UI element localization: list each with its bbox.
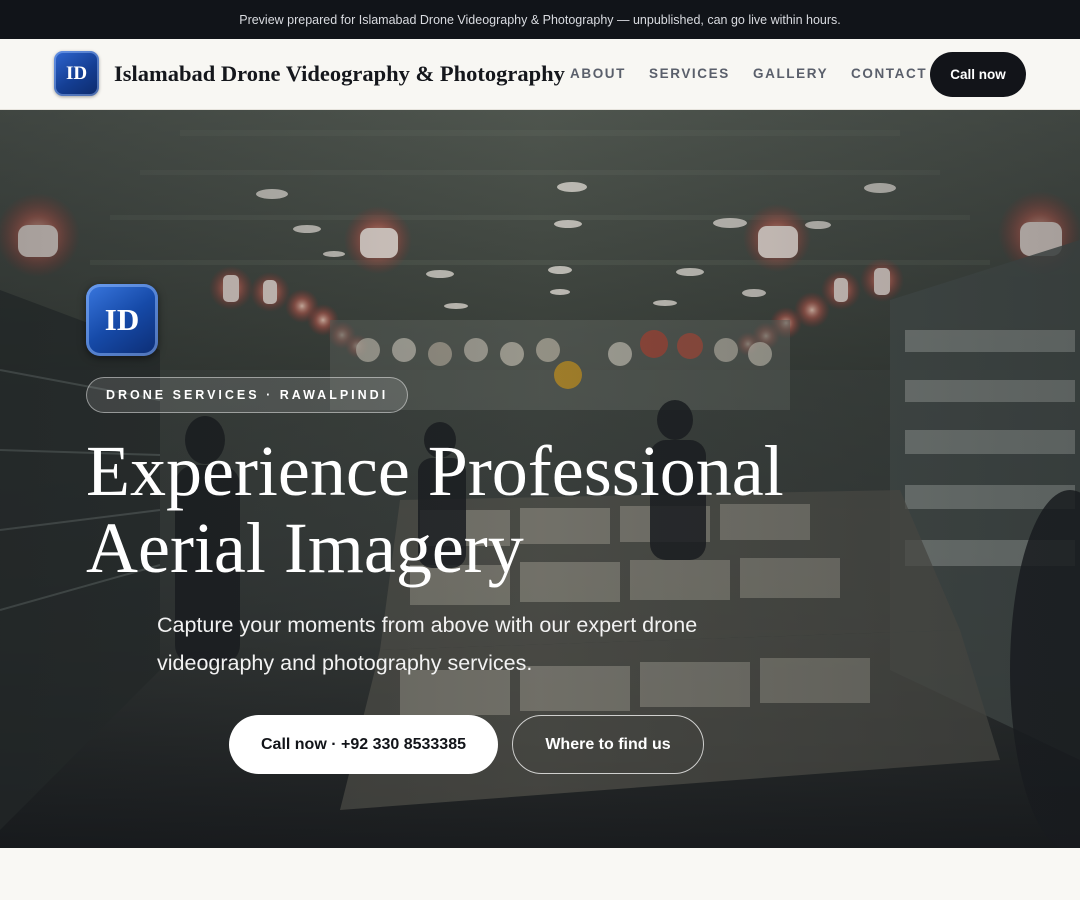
- preview-banner: Preview prepared for Islamabad Drone Vid…: [0, 0, 1080, 39]
- next-section: [0, 848, 1080, 900]
- hero-call-button[interactable]: Call now · +92 330 8533385: [229, 715, 498, 774]
- hero-logo: ID: [86, 284, 158, 356]
- nav-gallery[interactable]: GALLERY: [753, 66, 828, 81]
- brand-logo: ID: [54, 51, 99, 96]
- call-now-button[interactable]: Call now: [930, 52, 1026, 97]
- brand-name: Islamabad Drone Videography & Photograph…: [114, 60, 565, 86]
- brand[interactable]: ID Islamabad Drone Videography & Photogr…: [54, 51, 565, 96]
- preview-banner-text: Preview prepared for Islamabad Drone Vid…: [239, 12, 841, 27]
- hero-subtitle: Capture your moments from above with our…: [157, 613, 698, 675]
- nav-contact[interactable]: CONTACT: [851, 66, 927, 81]
- brand-logo-initials: ID: [65, 62, 88, 84]
- hero-logo-initials: ID: [104, 302, 140, 337]
- hero-tag-badge: DRONE SERVICES · RAWALPINDI: [86, 377, 409, 413]
- hero-title: Experience Professional Aerial Imagery: [86, 433, 886, 587]
- hero-title-line-2: Aerial Imagery: [86, 508, 524, 588]
- hero-title-line-1: Experience Professional: [86, 431, 784, 511]
- hero: ID DRONE SERVICES · RAWALPINDI Experienc…: [0, 110, 1080, 848]
- where-to-find-us-button[interactable]: Where to find us: [512, 715, 704, 774]
- nav-about[interactable]: ABOUT: [570, 66, 626, 81]
- site-header: ID Islamabad Drone Videography & Photogr…: [0, 39, 1080, 110]
- nav-services[interactable]: SERVICES: [649, 66, 730, 81]
